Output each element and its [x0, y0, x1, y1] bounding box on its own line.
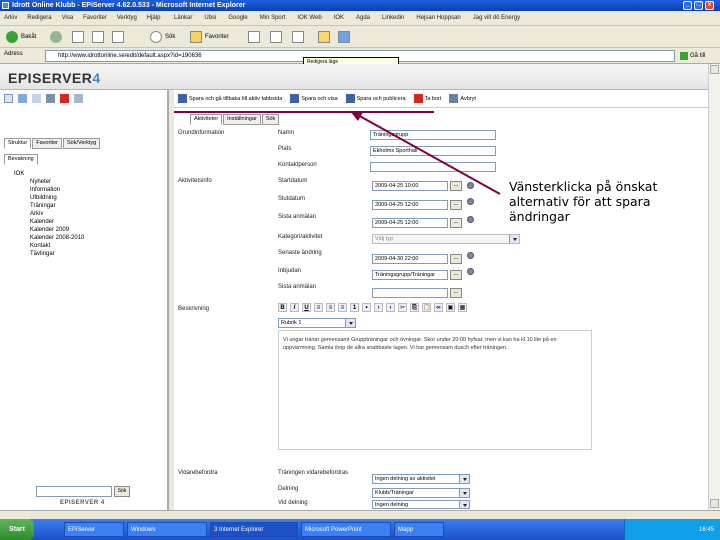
system-tray: 16:45: [624, 519, 720, 540]
chevron-down-icon: [463, 492, 467, 495]
start-button[interactable]: Start: [0, 519, 34, 540]
taskbar-button[interactable]: 3 Internet Explorer: [210, 522, 298, 537]
annotation-arrow: [350, 111, 501, 195]
taskbar: Start EPiServer Windows 3 Internet Explo…: [0, 519, 720, 540]
chevron-down-icon: [463, 504, 467, 507]
chevron-down-icon: [349, 322, 353, 325]
status-bar: [0, 510, 720, 519]
chevron-down-icon: [463, 478, 467, 481]
chevron-down-icon: [513, 238, 517, 241]
callout-text: Vänsterklicka på önskat alternativ för a…: [509, 179, 658, 224]
arrow-line: [355, 113, 501, 195]
taskbar-button[interactable]: Microsoft PowerPoint: [301, 522, 391, 537]
taskbar-button[interactable]: Windows: [127, 522, 207, 537]
taskbar-button[interactable]: EPiServer: [64, 522, 124, 537]
taskbar-button[interactable]: Mapp: [394, 522, 444, 537]
clock: 16:45: [698, 526, 714, 533]
